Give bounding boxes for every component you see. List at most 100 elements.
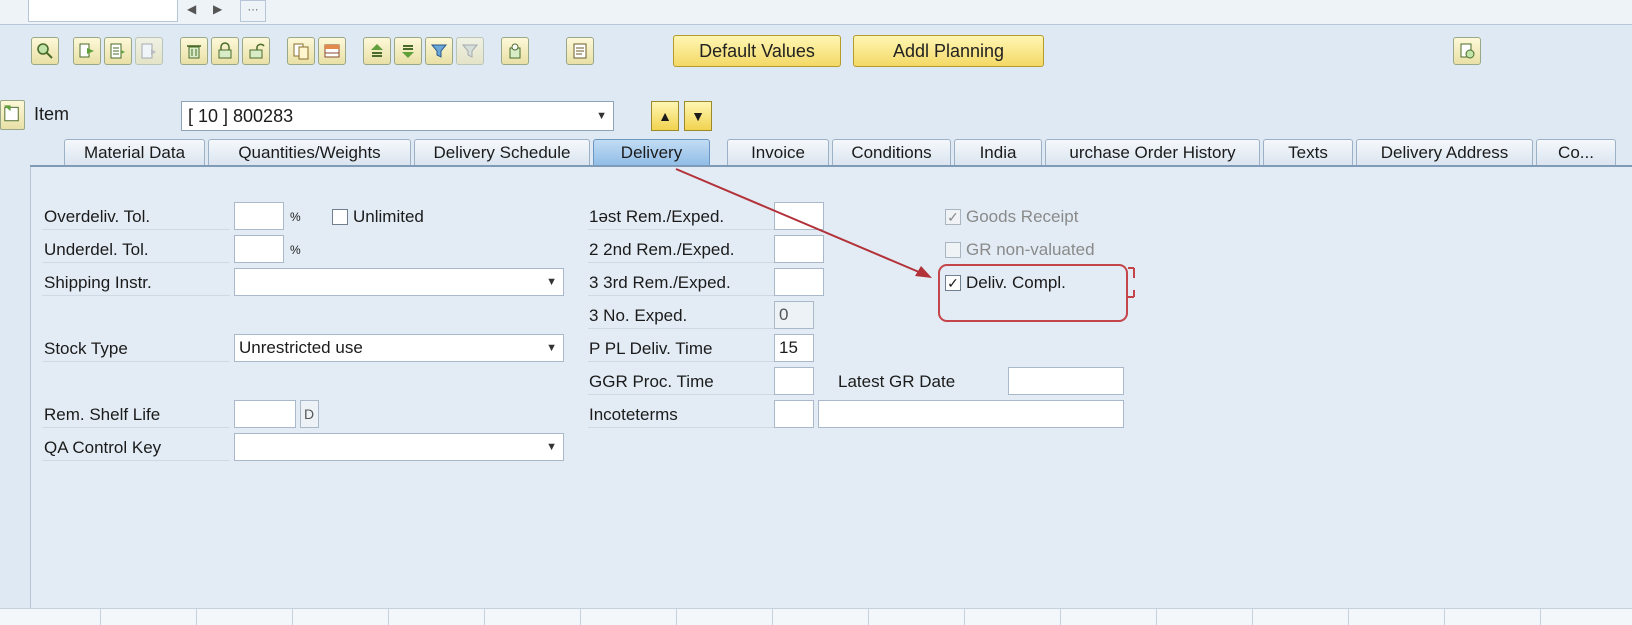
stock-type-select[interactable]: Unrestricted use ▼ <box>234 334 564 362</box>
tab-material-data[interactable]: Material Data <box>64 139 205 166</box>
status-cell <box>100 609 197 625</box>
status-cell <box>1156 609 1253 625</box>
stock-type-value: Unrestricted use <box>239 338 363 357</box>
previous-item-button[interactable]: ▲ <box>651 101 679 131</box>
no-exped-label: 3 No. Exped. <box>589 306 688 325</box>
tab-invoice[interactable]: Invoice <box>727 139 829 166</box>
incoterms-label: Incoteterms <box>589 405 678 424</box>
addl-planning-button[interactable]: Addl Planning <box>853 35 1044 67</box>
rem3-label: 3 3rd Rem./Exped. <box>589 273 731 292</box>
status-cell <box>1060 609 1157 625</box>
shelf-life-unit: D <box>300 400 319 428</box>
item-select-value: [ 10 ] 800283 <box>188 106 294 126</box>
latest-gr-date-input[interactable] <box>1008 367 1124 395</box>
chevron-down-icon: ▼ <box>596 110 607 122</box>
calendar-table-icon[interactable] <box>318 37 346 65</box>
underdel-input[interactable] <box>234 235 284 263</box>
status-cell <box>484 609 581 625</box>
rem3-input[interactable] <box>774 268 824 296</box>
status-cell <box>1444 609 1541 625</box>
edit-list-icon[interactable] <box>104 37 132 65</box>
lock-icon[interactable] <box>211 37 239 65</box>
row-separator <box>588 361 774 362</box>
row-separator <box>42 361 230 362</box>
row-separator <box>42 262 230 263</box>
pl-deliv-time-input[interactable]: 15 <box>774 334 814 362</box>
status-cell <box>196 609 293 625</box>
sort-descending-icon[interactable] <box>394 37 422 65</box>
tab-purchase-order-history[interactable]: urchase Order History <box>1045 139 1260 166</box>
tab-delivery-address[interactable]: Delivery Address <box>1356 139 1533 166</box>
filter-icon[interactable] <box>425 37 453 65</box>
row-separator <box>42 229 230 230</box>
default-values-button[interactable]: Default Values <box>673 35 841 67</box>
tab-delivery-schedule[interactable]: Delivery Schedule <box>414 139 590 166</box>
next-item-button[interactable]: ▼ <box>684 101 712 131</box>
row-separator <box>588 295 774 296</box>
tab-delivery[interactable]: Delivery <box>593 139 710 166</box>
status-cell <box>772 609 869 625</box>
rem2-input[interactable] <box>774 235 824 263</box>
item-label: Item <box>34 104 70 124</box>
goods-receipt-label: Goods Receipt <box>966 207 1079 226</box>
filter-clear-icon[interactable] <box>456 37 484 65</box>
tab-more[interactable]: Co... <box>1536 139 1616 166</box>
row-separator <box>588 427 774 428</box>
underdel-label: Underdel. Tol. <box>44 240 149 259</box>
tab-quantities-weights[interactable]: Quantities/Weights <box>208 139 411 166</box>
rem-shelf-life-input[interactable] <box>234 400 296 428</box>
export-icon[interactable] <box>135 37 163 65</box>
unlimited-checkbox[interactable] <box>332 209 348 225</box>
rem1-input[interactable] <box>774 202 824 230</box>
overdeliv-input[interactable] <box>234 202 284 230</box>
command-field[interactable] <box>28 0 178 22</box>
chevron-down-icon: ▼ <box>546 276 557 288</box>
tab-india[interactable]: India <box>954 139 1042 166</box>
incoterms-location-input[interactable] <box>818 400 1124 428</box>
gr-proc-time-input[interactable] <box>774 367 814 395</box>
pl-deliv-time-label: P PL Deliv. Time <box>589 339 713 358</box>
status-cell <box>676 609 773 625</box>
trash-icon[interactable] <box>180 37 208 65</box>
sort-ascending-icon[interactable] <box>363 37 391 65</box>
qa-control-key-label: QA Control Key <box>44 438 162 457</box>
row-separator <box>588 394 774 395</box>
nav-right-icon[interactable]: ▶ <box>213 2 222 16</box>
document-copy-icon[interactable] <box>287 37 315 65</box>
unlimited-label: Unlimited <box>353 207 424 226</box>
row-separator <box>42 295 230 296</box>
overdeliv-unit: % <box>290 210 301 224</box>
gr-non-valuated-checkbox[interactable] <box>945 242 961 258</box>
tab-texts[interactable]: Texts <box>1263 139 1353 166</box>
more-icon[interactable]: ⋯ <box>240 0 266 22</box>
row-separator <box>588 229 774 230</box>
stock-type-label: Stock Type <box>44 339 128 358</box>
rem2-label: 2 2nd Rem./Exped. <box>589 240 735 259</box>
item-select[interactable]: [ 10 ] 800283 ▼ <box>181 101 614 131</box>
zoom-detail-icon[interactable] <box>31 37 59 65</box>
status-cell <box>0 609 101 625</box>
unlock-icon[interactable] <box>242 37 270 65</box>
rem1-label: 1əst Rem./Exped. <box>589 207 725 226</box>
status-cell <box>292 609 389 625</box>
goods-receipt-checkbox[interactable]: ✓ <box>945 209 961 225</box>
annotation-highlight-box <box>938 264 1128 322</box>
row-separator <box>42 427 230 428</box>
no-exped-value: 0 <box>774 301 814 329</box>
triangle-down-icon: ▼ <box>691 108 705 124</box>
pin-icon[interactable] <box>501 37 529 65</box>
underdel-unit: % <box>290 243 301 257</box>
nav-left-icon[interactable]: ◀ <box>187 2 196 16</box>
notes-icon[interactable] <box>566 37 594 65</box>
copy-right-icon[interactable] <box>73 37 101 65</box>
rem-shelf-life-label: Rem. Shelf Life <box>44 405 161 424</box>
document-settings-icon[interactable] <box>1453 37 1481 65</box>
tab-conditions[interactable]: Conditions <box>832 139 951 166</box>
incoterms-code-input[interactable] <box>774 400 814 428</box>
item-overview-icon[interactable] <box>0 100 25 130</box>
shipping-instr-label: Shipping Instr. <box>44 273 152 292</box>
qa-control-key-select[interactable]: ▼ <box>234 433 564 461</box>
shipping-instr-select[interactable]: ▼ <box>234 268 564 296</box>
status-cell <box>580 609 677 625</box>
row-separator <box>588 262 774 263</box>
